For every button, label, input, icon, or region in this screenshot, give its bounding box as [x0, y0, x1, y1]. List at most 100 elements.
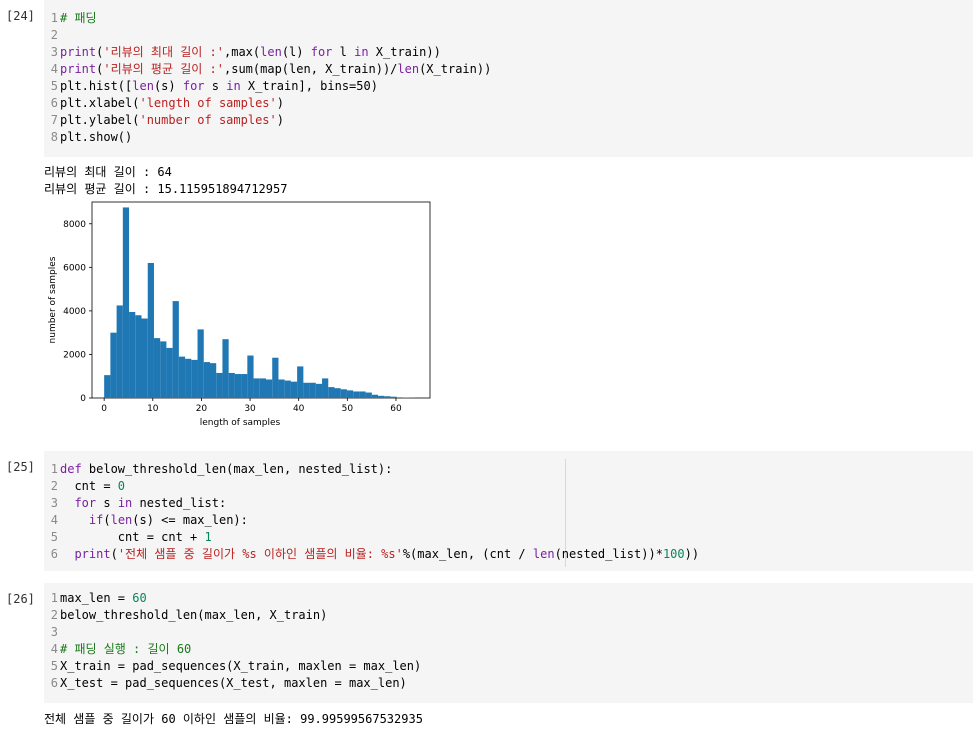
code-token: 100	[662, 547, 685, 561]
code-cell-24[interactable]: [24] 1 # 패딩 2 3 print('리뷰의 최대 길이 :',max(len(…	[0, 0, 973, 157]
code-token: if	[88, 513, 104, 527]
code-line[interactable]: 6 plt.xlabel('length of samples')	[44, 95, 284, 112]
histogram-bar	[278, 379, 285, 398]
code-line[interactable]: 5 cnt = cnt + 1	[44, 529, 212, 546]
histogram-bar	[147, 262, 154, 398]
line-number: 4	[50, 62, 58, 76]
code-cell-26[interactable]: [26] 1 max_len = 60 2 below_threshold_len(m…	[0, 583, 973, 703]
y-axis-label: number of samples	[48, 256, 58, 343]
histogram-bar	[334, 388, 341, 398]
code-editor[interactable]: 1 # 패딩 2 3 print('리뷰의 최대 길이 :',max(len(l) fo…	[44, 0, 973, 157]
code-token: def	[60, 462, 82, 476]
code-line[interactable]: 7 plt.ylabel('number of samples')	[44, 112, 284, 129]
code-token: len	[397, 62, 420, 76]
histogram-bar	[185, 358, 192, 398]
code-token: )	[276, 96, 284, 110]
code-cell-25[interactable]: [25] 1 def below_threshold_len(max_len, n…	[0, 451, 973, 571]
code-token: plt.show()	[60, 130, 133, 144]
code-token: 1	[204, 530, 212, 544]
code-token: ,sum(map(len, X_train))/	[224, 62, 398, 76]
code-token: '리뷰의 최대 길이 :'	[103, 45, 224, 59]
code-line[interactable]: 6 X_test = pad_sequences(X_test, maxlen =…	[44, 675, 407, 692]
line-number: 4	[50, 513, 58, 527]
code-line[interactable]: 5 plt.hist([len(s) for s in X_train], bin…	[44, 78, 378, 95]
histogram-bar	[272, 357, 279, 398]
histogram-bar	[303, 382, 310, 398]
code-line[interactable]: 2 cnt = 0	[44, 478, 125, 495]
code-line[interactable]: 4 if(len(s) <= max_len):	[44, 512, 248, 529]
histogram-bar	[129, 311, 136, 398]
code-line[interactable]: 4 # 패딩 실행 : 길이 60	[44, 641, 192, 658]
histogram-bar	[309, 382, 316, 398]
code-token: ))	[684, 547, 700, 561]
line-number: 8	[50, 130, 58, 144]
code-token: len	[132, 79, 154, 93]
x-tick-label: 30	[244, 404, 256, 414]
code-line[interactable]: 6 print('전체 샘플 중 길이가 %s 이하인 샘플의 비율: %s'%…	[44, 546, 699, 563]
code-token: print	[60, 45, 97, 59]
line-number: 4	[50, 642, 58, 656]
code-editor[interactable]: 1 def below_threshold_len(max_len, nested…	[44, 451, 973, 571]
histogram-bar	[378, 395, 385, 398]
output-line: 전체 샘플 중 길이가 60 이하인 샘플의 비율: 99.9959956753…	[44, 712, 423, 726]
code-token: (s)	[153, 79, 183, 93]
histogram-bar	[266, 379, 273, 398]
code-token: len	[532, 547, 555, 561]
code-token: len	[260, 45, 282, 59]
code-line[interactable]: 2 below_threshold_len(max_len, X_train)	[44, 607, 328, 624]
code-token: 60	[132, 591, 147, 605]
line-number: 3	[50, 45, 58, 59]
code-token: l	[332, 45, 355, 59]
histogram-bar	[178, 356, 186, 398]
code-token: cnt =	[60, 479, 118, 493]
code-token: X_train], bins=50)	[240, 79, 378, 93]
output-line: 리뷰의 평균 길이 : 15.115951894712957	[44, 182, 288, 196]
code-line[interactable]: 1 def below_threshold_len(max_len, nested…	[44, 461, 393, 478]
code-token: print	[74, 547, 111, 561]
code-token: %(max_len, (cnt /	[402, 547, 533, 561]
histogram-bar	[353, 391, 360, 398]
histogram-bar	[241, 374, 248, 398]
code-line[interactable]: 1 # 패딩	[44, 10, 97, 27]
code-token: for	[182, 79, 205, 93]
histogram-bar	[141, 318, 148, 398]
histogram-bar	[365, 392, 372, 398]
code-line[interactable]: 8 plt.show()	[44, 129, 132, 146]
code-line[interactable]: 2	[44, 27, 60, 44]
histogram-bar	[228, 372, 235, 398]
code-token: plt.ylabel(	[60, 113, 140, 127]
code-token: (	[103, 513, 111, 527]
y-tick-label: 2000	[63, 350, 86, 360]
code-line[interactable]: 1 max_len = 60	[44, 590, 147, 607]
y-tick-label: 0	[80, 394, 86, 404]
code-line[interactable]: 3 print('리뷰의 최대 길이 :',max(len(l) for l in…	[44, 44, 441, 61]
line-number: 6	[50, 676, 58, 690]
code-line[interactable]: 5 X_train = pad_sequences(X_train, maxlen…	[44, 658, 421, 675]
line-number: 1	[50, 11, 58, 25]
histogram-chart: 0 10 20 30 40 50 60 0 2000 4000 6000 8000 length o…	[48, 201, 431, 428]
code-editor[interactable]: 1 max_len = 60 2 below_threshold_len(max_le…	[44, 583, 973, 703]
code-token: len	[110, 513, 133, 527]
code-token: ,max(	[224, 45, 261, 59]
code-line[interactable]: 3 for s in nested_list:	[44, 495, 226, 512]
histogram-bar	[160, 341, 167, 398]
code-token: (X_train))	[419, 62, 492, 76]
x-axis-label: length of samples	[200, 418, 281, 428]
histogram-bar	[203, 362, 210, 398]
code-line[interactable]: 3	[44, 624, 60, 641]
code-line[interactable]: 4 print('리뷰의 평균 길이 :',sum(map(len, X_trai…	[44, 61, 492, 78]
code-token: print	[60, 62, 97, 76]
code-token: below_threshold_len(max_len, nested_list…	[81, 462, 393, 476]
line-number: 5	[50, 530, 58, 544]
code-token: for	[74, 496, 97, 510]
code-token: plt.hist([	[60, 79, 133, 93]
histogram-bar	[390, 396, 397, 398]
histogram-bar	[297, 366, 304, 398]
histogram-bar	[259, 378, 267, 398]
histogram-bar	[315, 383, 323, 398]
histogram-bar	[191, 359, 198, 398]
x-tick-label: 60	[390, 404, 402, 414]
line-number: 6	[50, 547, 58, 561]
histogram-bar	[322, 378, 329, 398]
